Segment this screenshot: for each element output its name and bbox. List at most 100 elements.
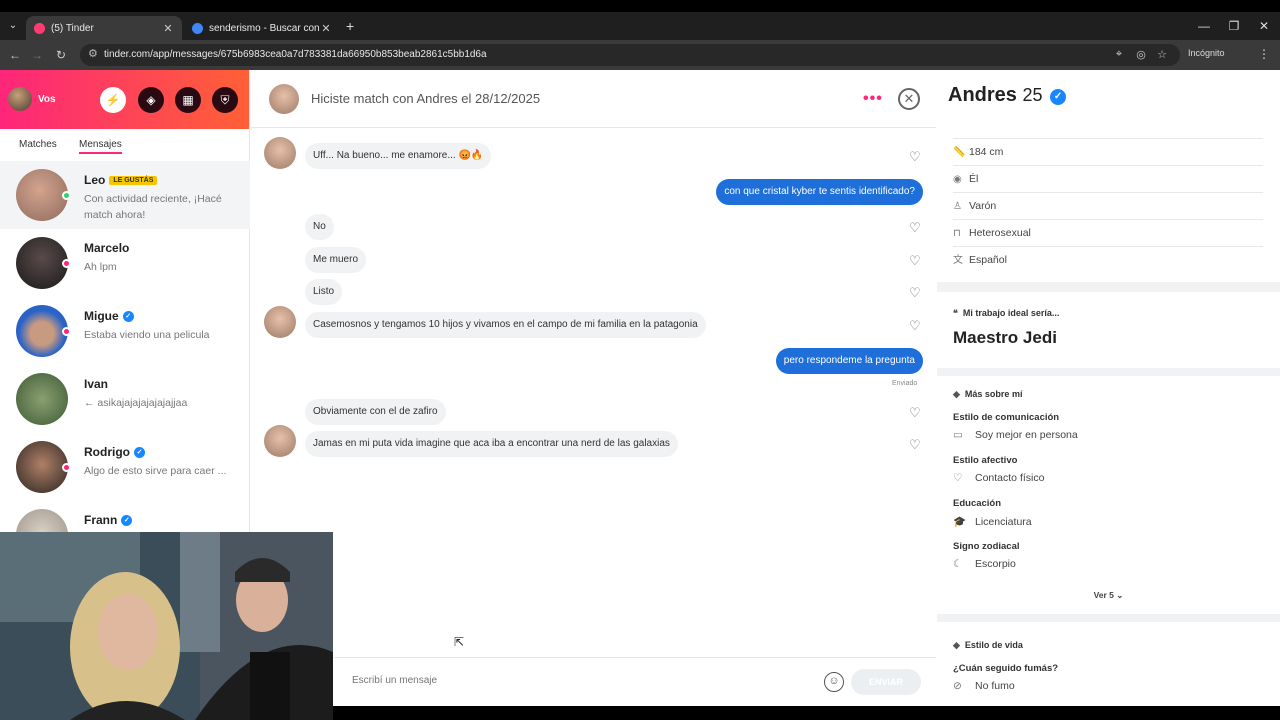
like-message-icon[interactable]: ♡ xyxy=(909,149,921,165)
browser-tab-bar: ⌄ (5) Tinder ✕ senderismo - Buscar con G… xyxy=(0,12,1280,40)
love-style-label: Estilo afectivo xyxy=(953,455,1018,466)
moon-icon: ☾ xyxy=(953,558,963,570)
like-message-icon[interactable]: ♡ xyxy=(909,318,921,334)
explore-icon[interactable]: ◈ xyxy=(138,87,164,113)
smoking-label: ¿Cuán seguido fumás? xyxy=(953,663,1059,674)
emoji-icon[interactable]: ☺ xyxy=(824,672,844,692)
online-indicator xyxy=(62,463,71,472)
profile-panel: Andres 25 ✓ 📏 184 cm ◉ Él ♙ Varón ⊓ Heterose… xyxy=(937,70,1280,706)
address-bar: ← → ↻ ⚙ tinder.com/app/messages/675b6983… xyxy=(0,40,1280,70)
my-avatar[interactable] xyxy=(8,87,32,111)
close-tab-icon[interactable]: ✕ xyxy=(162,22,174,35)
bookmark-star-icon[interactable]: ☆ xyxy=(1155,48,1169,61)
sidebar-header: Vos ⚡ ◈ ▦ ⛨ xyxy=(0,70,249,129)
mouse-cursor-icon: ⇱ xyxy=(454,635,465,649)
forward-icon[interactable]: → xyxy=(28,46,46,64)
lifestyle-title: Estilo de vida xyxy=(964,640,1023,650)
profile-basics-card: Andres 25 ✓ 📏 184 cm ◉ Él ♙ Varón ⊓ Heterose… xyxy=(937,70,1280,282)
like-message-icon[interactable]: ♡ xyxy=(909,405,921,421)
reload-icon[interactable]: ↻ xyxy=(52,46,70,64)
url-field[interactable]: ⚙ tinder.com/app/messages/675b6983cea0a7… xyxy=(80,44,1180,66)
tab-google[interactable]: senderismo - Buscar con Googl ✕ xyxy=(184,16,340,40)
tag-icon: ◆ xyxy=(953,640,960,650)
send-button[interactable]: ENVIAR xyxy=(851,669,921,695)
message-bubble: Casemosnos y tengamos 10 hijos y vivamos… xyxy=(305,312,706,338)
conversation-preview: Ah lpm xyxy=(84,261,117,273)
message-input[interactable] xyxy=(352,675,792,686)
magnet-icon: ⊓ xyxy=(953,228,961,239)
love-style-value: ♡ Contacto físico xyxy=(953,472,1045,484)
my-profile-label[interactable]: Vos xyxy=(38,94,56,105)
avatar xyxy=(16,373,68,425)
message-bubble: Listo xyxy=(305,279,343,305)
profile-height: 📏 184 cm xyxy=(953,138,1263,165)
message-bubble: No xyxy=(305,214,334,240)
back-icon[interactable]: ← xyxy=(6,46,24,64)
zodiac-value: ☾ Escorpio xyxy=(953,558,1016,570)
conversation-name: Frann xyxy=(84,513,118,527)
avatar xyxy=(16,441,68,493)
conversation-item[interactable]: Marcelo Ah lpm xyxy=(0,229,250,297)
smoking-icon: ⊘ xyxy=(953,680,962,692)
verified-icon: ✓ xyxy=(1050,89,1067,105)
conversation-item[interactable]: Migue ✓ Estaba viendo una pelicula xyxy=(0,297,250,365)
close-window-icon[interactable]: ✕ xyxy=(1250,16,1278,36)
boost-icon[interactable]: ⚡ xyxy=(100,87,126,113)
like-message-icon[interactable]: ♡ xyxy=(909,285,921,301)
like-message-icon[interactable]: ♡ xyxy=(909,220,921,236)
education-label: Educación xyxy=(953,498,1002,509)
smoking-value: ⊘ No fumo xyxy=(953,680,1015,692)
like-message-icon[interactable]: ♡ xyxy=(909,253,921,269)
google-favicon-icon xyxy=(192,22,203,34)
ideal-job-value: Maestro Jedi xyxy=(953,328,1057,347)
more-about-me-title: Más sobre mí xyxy=(964,389,1023,399)
conversation-preview: Algo de esto sirve para caer ... xyxy=(84,465,227,477)
heart-chat-icon: ♡ xyxy=(953,472,963,484)
match-avatar[interactable] xyxy=(264,425,296,457)
like-message-icon[interactable]: ♡ xyxy=(909,437,921,453)
language-icon: 文 xyxy=(953,255,963,266)
tracking-protection-icon[interactable]: ◎ xyxy=(1134,48,1148,61)
webcam-overlay xyxy=(0,532,333,720)
more-options-icon[interactable]: ••• xyxy=(863,90,883,108)
see-more-button[interactable]: Ver 5 ⌄ xyxy=(937,590,1280,601)
maximize-icon[interactable]: ❐ xyxy=(1220,16,1248,36)
location-icon[interactable]: ⌖ xyxy=(1112,48,1126,61)
profile-name: Andres xyxy=(948,84,1017,106)
incognito-indicator[interactable]: Incógnito xyxy=(1188,48,1225,58)
tag-icon: ◆ xyxy=(953,389,960,399)
profile-pronouns: ◉ Él xyxy=(953,165,1263,192)
briefcase-icon[interactable]: ▦ xyxy=(175,87,201,113)
tab-matches[interactable]: Matches xyxy=(19,139,57,150)
match-avatar[interactable] xyxy=(264,306,296,338)
zodiac-label: Signo zodiacal xyxy=(953,541,1020,552)
minimize-icon[interactable]: — xyxy=(1190,16,1218,36)
tab-messages[interactable]: Mensajes xyxy=(79,139,122,154)
quote-icon: ❝ xyxy=(953,308,958,318)
tab-tinder[interactable]: (5) Tinder ✕ xyxy=(26,16,182,40)
online-indicator xyxy=(62,259,71,268)
shield-icon[interactable]: ⛨ xyxy=(212,87,238,113)
ideal-job-card: ❝ Mi trabajo ideal sería... Maestro Jedi xyxy=(937,292,1280,368)
site-info-icon[interactable]: ⚙ xyxy=(88,47,98,60)
message-composer: ☺ ENVIAR xyxy=(334,657,936,706)
conversation-item[interactable]: Leo LE GUSTÁS Con actividad reciente, ¡Ha… xyxy=(0,161,250,229)
match-avatar[interactable] xyxy=(264,137,296,169)
profile-age: 25 xyxy=(1022,85,1043,105)
chat-title: Hiciste match con Andres el 28/12/2025 xyxy=(311,91,541,106)
tab-search-icon[interactable]: ⌄ xyxy=(4,16,22,36)
online-indicator xyxy=(62,327,71,336)
message-bubble: Jamas en mi puta vida imagine que aca ib… xyxy=(305,431,678,457)
conversation-item[interactable]: Ivan ← asikajajajajajajajjaa xyxy=(0,365,250,433)
avatar xyxy=(16,305,68,357)
message-bubble: Obviamente con el de zafiro xyxy=(305,399,446,425)
chevron-down-icon: ⌄ xyxy=(1116,590,1124,600)
conversation-item[interactable]: Rodrigo ✓ Algo de esto sirve para caer ..… xyxy=(0,433,250,501)
browser-menu-icon[interactable]: ⋮ xyxy=(1258,47,1270,61)
close-chat-icon[interactable]: ✕ xyxy=(898,88,920,110)
close-tab-icon[interactable]: ✕ xyxy=(320,22,332,35)
new-tab-icon[interactable]: + xyxy=(346,18,354,34)
webcam-video xyxy=(0,532,333,720)
match-avatar[interactable] xyxy=(269,84,299,114)
message-bubble: Me muero xyxy=(305,247,367,273)
